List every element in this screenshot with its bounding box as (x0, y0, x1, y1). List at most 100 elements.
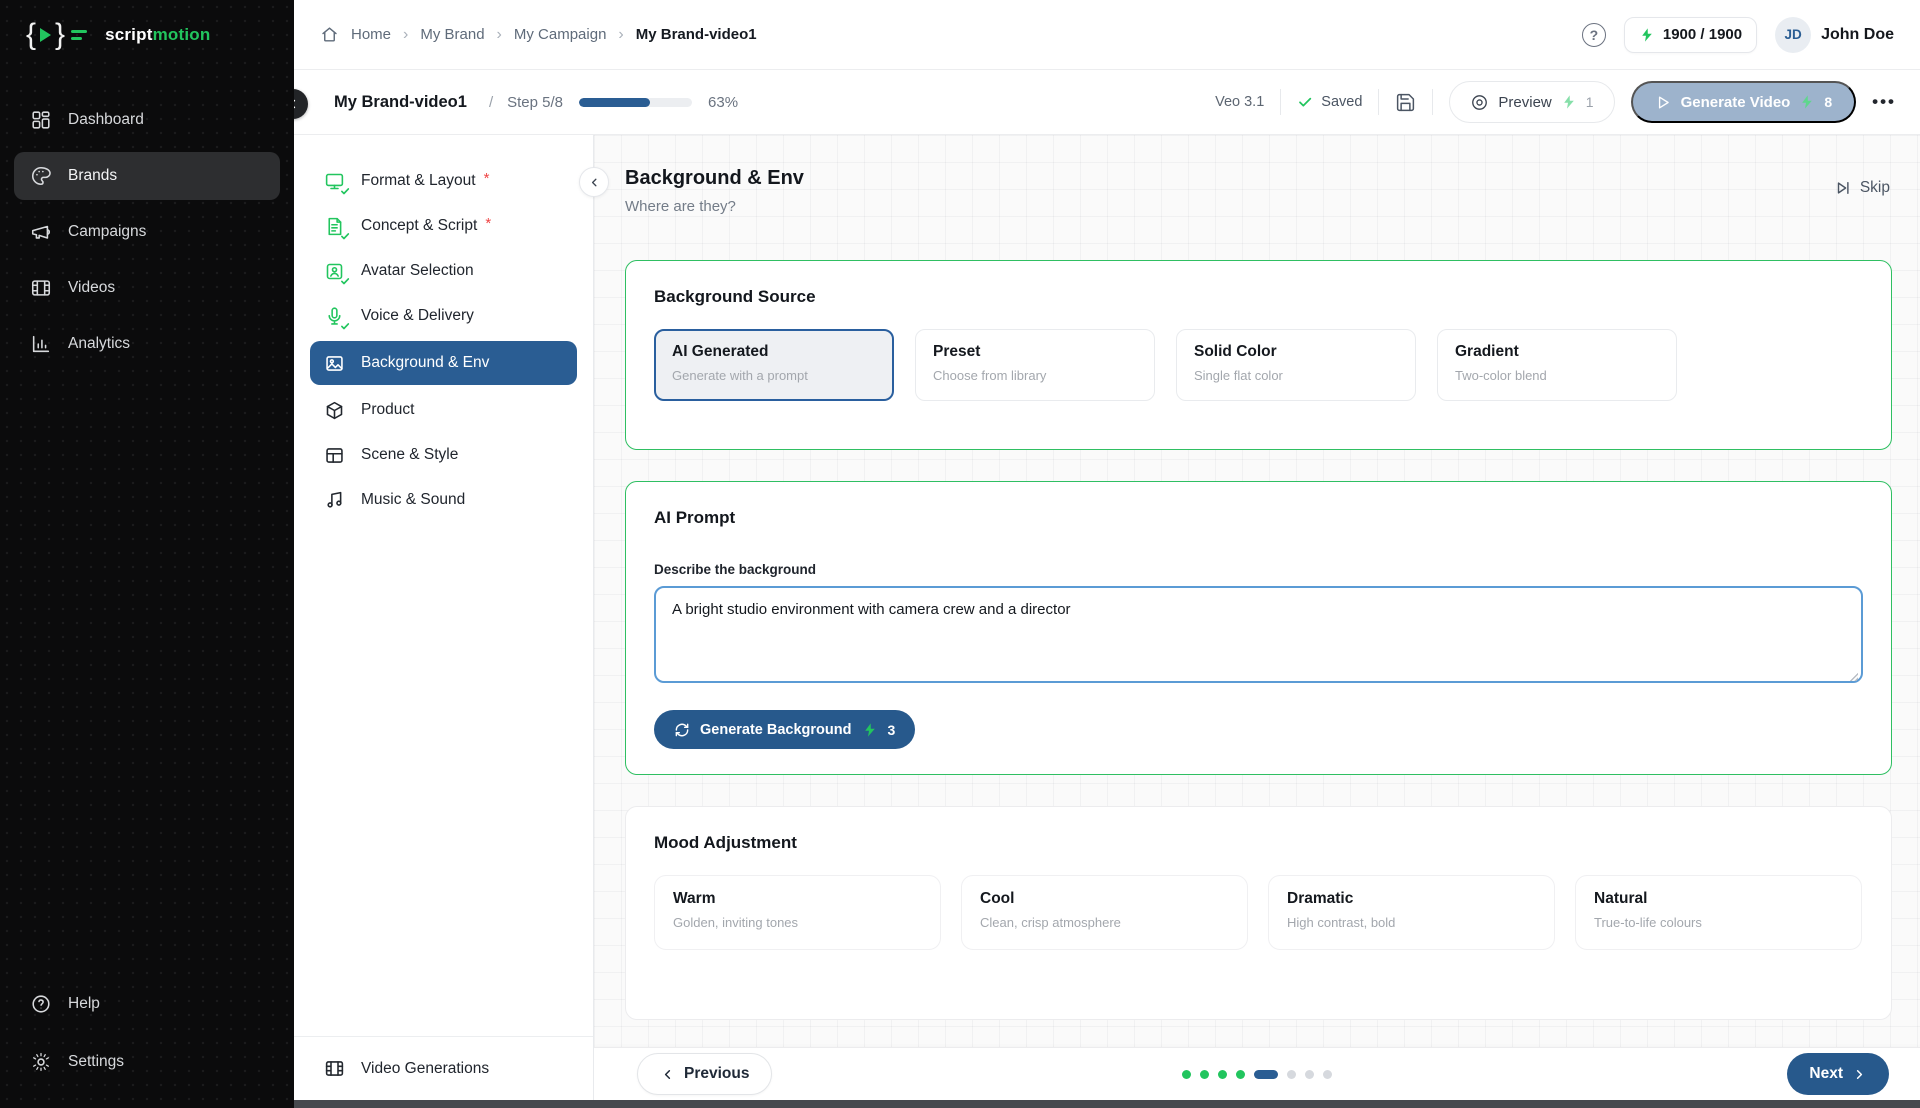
step-item-concept-script[interactable]: Concept & Script * (310, 206, 577, 246)
palette-icon (30, 165, 52, 187)
sidebar-item-settings[interactable]: Settings (14, 1038, 280, 1086)
lightning-icon (862, 722, 878, 738)
step-dot[interactable] (1323, 1070, 1332, 1079)
sidebar-item-dashboard[interactable]: Dashboard (14, 96, 280, 144)
steps-list: Format & Layout * Concept & Script * Ava… (294, 135, 593, 520)
video-generations-link[interactable]: Video Generations (294, 1036, 593, 1100)
breadcrumb-my-campaign[interactable]: My Campaign (514, 26, 607, 43)
background-prompt-input[interactable]: A bright studio environment with camera … (654, 586, 1863, 683)
step-item-background-env[interactable]: Background & Env (310, 341, 577, 385)
step-dot[interactable] (1218, 1070, 1227, 1079)
next-label: Next (1809, 1065, 1843, 1083)
app-root: { } scriptmotion Dashboard Brands (0, 0, 1920, 1108)
step-item-product[interactable]: Product (310, 390, 577, 430)
option-cool[interactable]: Cool Clean, crisp atmosphere (961, 875, 1248, 950)
step-label: Product (361, 401, 414, 419)
breadcrumb-home[interactable]: Home (351, 26, 391, 43)
generate-video-button[interactable]: Generate Video 8 (1631, 81, 1857, 123)
generate-video-label: Generate Video (1681, 94, 1791, 111)
sidebar-item-videos[interactable]: Videos (14, 264, 280, 312)
option-warm[interactable]: Warm Golden, inviting tones (654, 875, 941, 950)
sidebar-item-label: Brands (68, 167, 117, 185)
option-label: AI Generated (672, 343, 876, 361)
option-description: Generate with a prompt (672, 368, 876, 383)
step-item-avatar-selection[interactable]: Avatar Selection (310, 251, 577, 291)
mood-options: Warm Golden, inviting tones Cool Clean, … (654, 875, 1863, 950)
sidebar-item-analytics[interactable]: Analytics (14, 320, 280, 368)
step-item-scene-style[interactable]: Scene & Style (310, 435, 577, 475)
skip-button[interactable]: Skip (1834, 179, 1890, 197)
option-description: Two-color blend (1455, 368, 1659, 383)
video-generations-label: Video Generations (361, 1060, 489, 1078)
option-dramatic[interactable]: Dramatic High contrast, bold (1268, 875, 1555, 950)
step-dot[interactable] (1236, 1070, 1245, 1079)
progress-fill (579, 98, 650, 107)
sidebar-item-brands[interactable]: Brands (14, 152, 280, 200)
sidebar-item-label: Help (68, 995, 100, 1013)
step-dot[interactable] (1287, 1070, 1296, 1079)
preview-label: Preview (1498, 94, 1551, 111)
sidebar-footer-nav: Help Settings (14, 980, 280, 1086)
step-dot[interactable] (1305, 1070, 1314, 1079)
option-solid-color[interactable]: Solid Color Single flat color (1176, 329, 1416, 401)
section-title: Mood Adjustment (654, 833, 1863, 853)
step-dot[interactable] (1182, 1070, 1191, 1079)
sidebar-nav: Dashboard Brands Campaigns Videos (14, 96, 280, 368)
preview-button[interactable]: Preview 1 (1449, 81, 1614, 123)
logo-brace-right: } (55, 20, 65, 50)
video-toolbar: My Brand-video1 / Step 5/8 63% Veo 3.1 S… (294, 70, 1920, 135)
header-actions: ? 1900 / 1900 JD John Doe (1582, 17, 1894, 53)
help-icon[interactable]: ? (1582, 23, 1606, 47)
chevron-right-icon (1852, 1067, 1867, 1082)
step-item-music-sound[interactable]: Music & Sound (310, 480, 577, 520)
step-label: Concept & Script (361, 217, 477, 235)
option-description: Single flat color (1194, 368, 1398, 383)
save-icon[interactable] (1395, 92, 1416, 113)
lightning-icon (1799, 94, 1815, 110)
prompt-field-label: Describe the background (654, 562, 1863, 577)
step-item-format-layout[interactable]: Format & Layout * (310, 161, 577, 201)
option-preset[interactable]: Preset Choose from library (915, 329, 1155, 401)
more-options-button[interactable]: ••• (1872, 92, 1896, 112)
step-dot[interactable] (1200, 1070, 1209, 1079)
skip-forward-icon (1834, 179, 1852, 197)
previous-button[interactable]: Previous (637, 1053, 772, 1095)
breadcrumb-my-brand[interactable]: My Brand (420, 26, 484, 43)
saved-label: Saved (1321, 94, 1362, 110)
generate-background-button[interactable]: Generate Background 3 (654, 710, 915, 749)
lightning-icon (1639, 27, 1655, 43)
logo-brace-left: { (26, 20, 36, 50)
step-pagination-dots (1182, 1070, 1332, 1079)
option-label: Cool (980, 890, 1229, 908)
step-counter: Step 5/8 (507, 94, 563, 111)
document-icon (324, 216, 345, 237)
next-button[interactable]: Next (1787, 1053, 1889, 1095)
check-icon (340, 186, 350, 196)
microphone-icon (324, 306, 345, 327)
dashboard-grid-icon (30, 109, 52, 131)
brand-logo[interactable]: { } scriptmotion (14, 0, 280, 70)
option-gradient[interactable]: Gradient Two-color blend (1437, 329, 1677, 401)
sidebar-item-campaigns[interactable]: Campaigns (14, 208, 280, 256)
collapse-steps-button[interactable] (579, 167, 609, 197)
sidebar-item-help[interactable]: Help (14, 980, 280, 1028)
user-menu[interactable]: JD John Doe (1775, 17, 1894, 53)
film-icon (324, 1058, 345, 1079)
option-natural[interactable]: Natural True-to-life colours (1575, 875, 1862, 950)
background-source-section: Background Source AI Generated Generate … (625, 260, 1892, 450)
sidebar-item-label: Dashboard (68, 111, 144, 129)
play-icon (1655, 94, 1672, 111)
main-sidebar: { } scriptmotion Dashboard Brands (0, 0, 294, 1108)
option-label: Natural (1594, 890, 1843, 908)
preview-cost: 1 (1586, 94, 1594, 110)
option-label: Solid Color (1194, 343, 1398, 361)
image-icon (324, 353, 345, 374)
option-ai-generated[interactable]: AI Generated Generate with a prompt (654, 329, 894, 401)
section-title: AI Prompt (654, 508, 1863, 528)
step-item-voice-delivery[interactable]: Voice & Delivery (310, 296, 577, 336)
step-dot-current[interactable] (1254, 1070, 1278, 1079)
step-label: Format & Layout (361, 172, 476, 190)
option-description: Golden, inviting tones (673, 915, 922, 930)
page-title: Background & Env (625, 167, 804, 190)
credits-badge[interactable]: 1900 / 1900 (1624, 17, 1757, 53)
